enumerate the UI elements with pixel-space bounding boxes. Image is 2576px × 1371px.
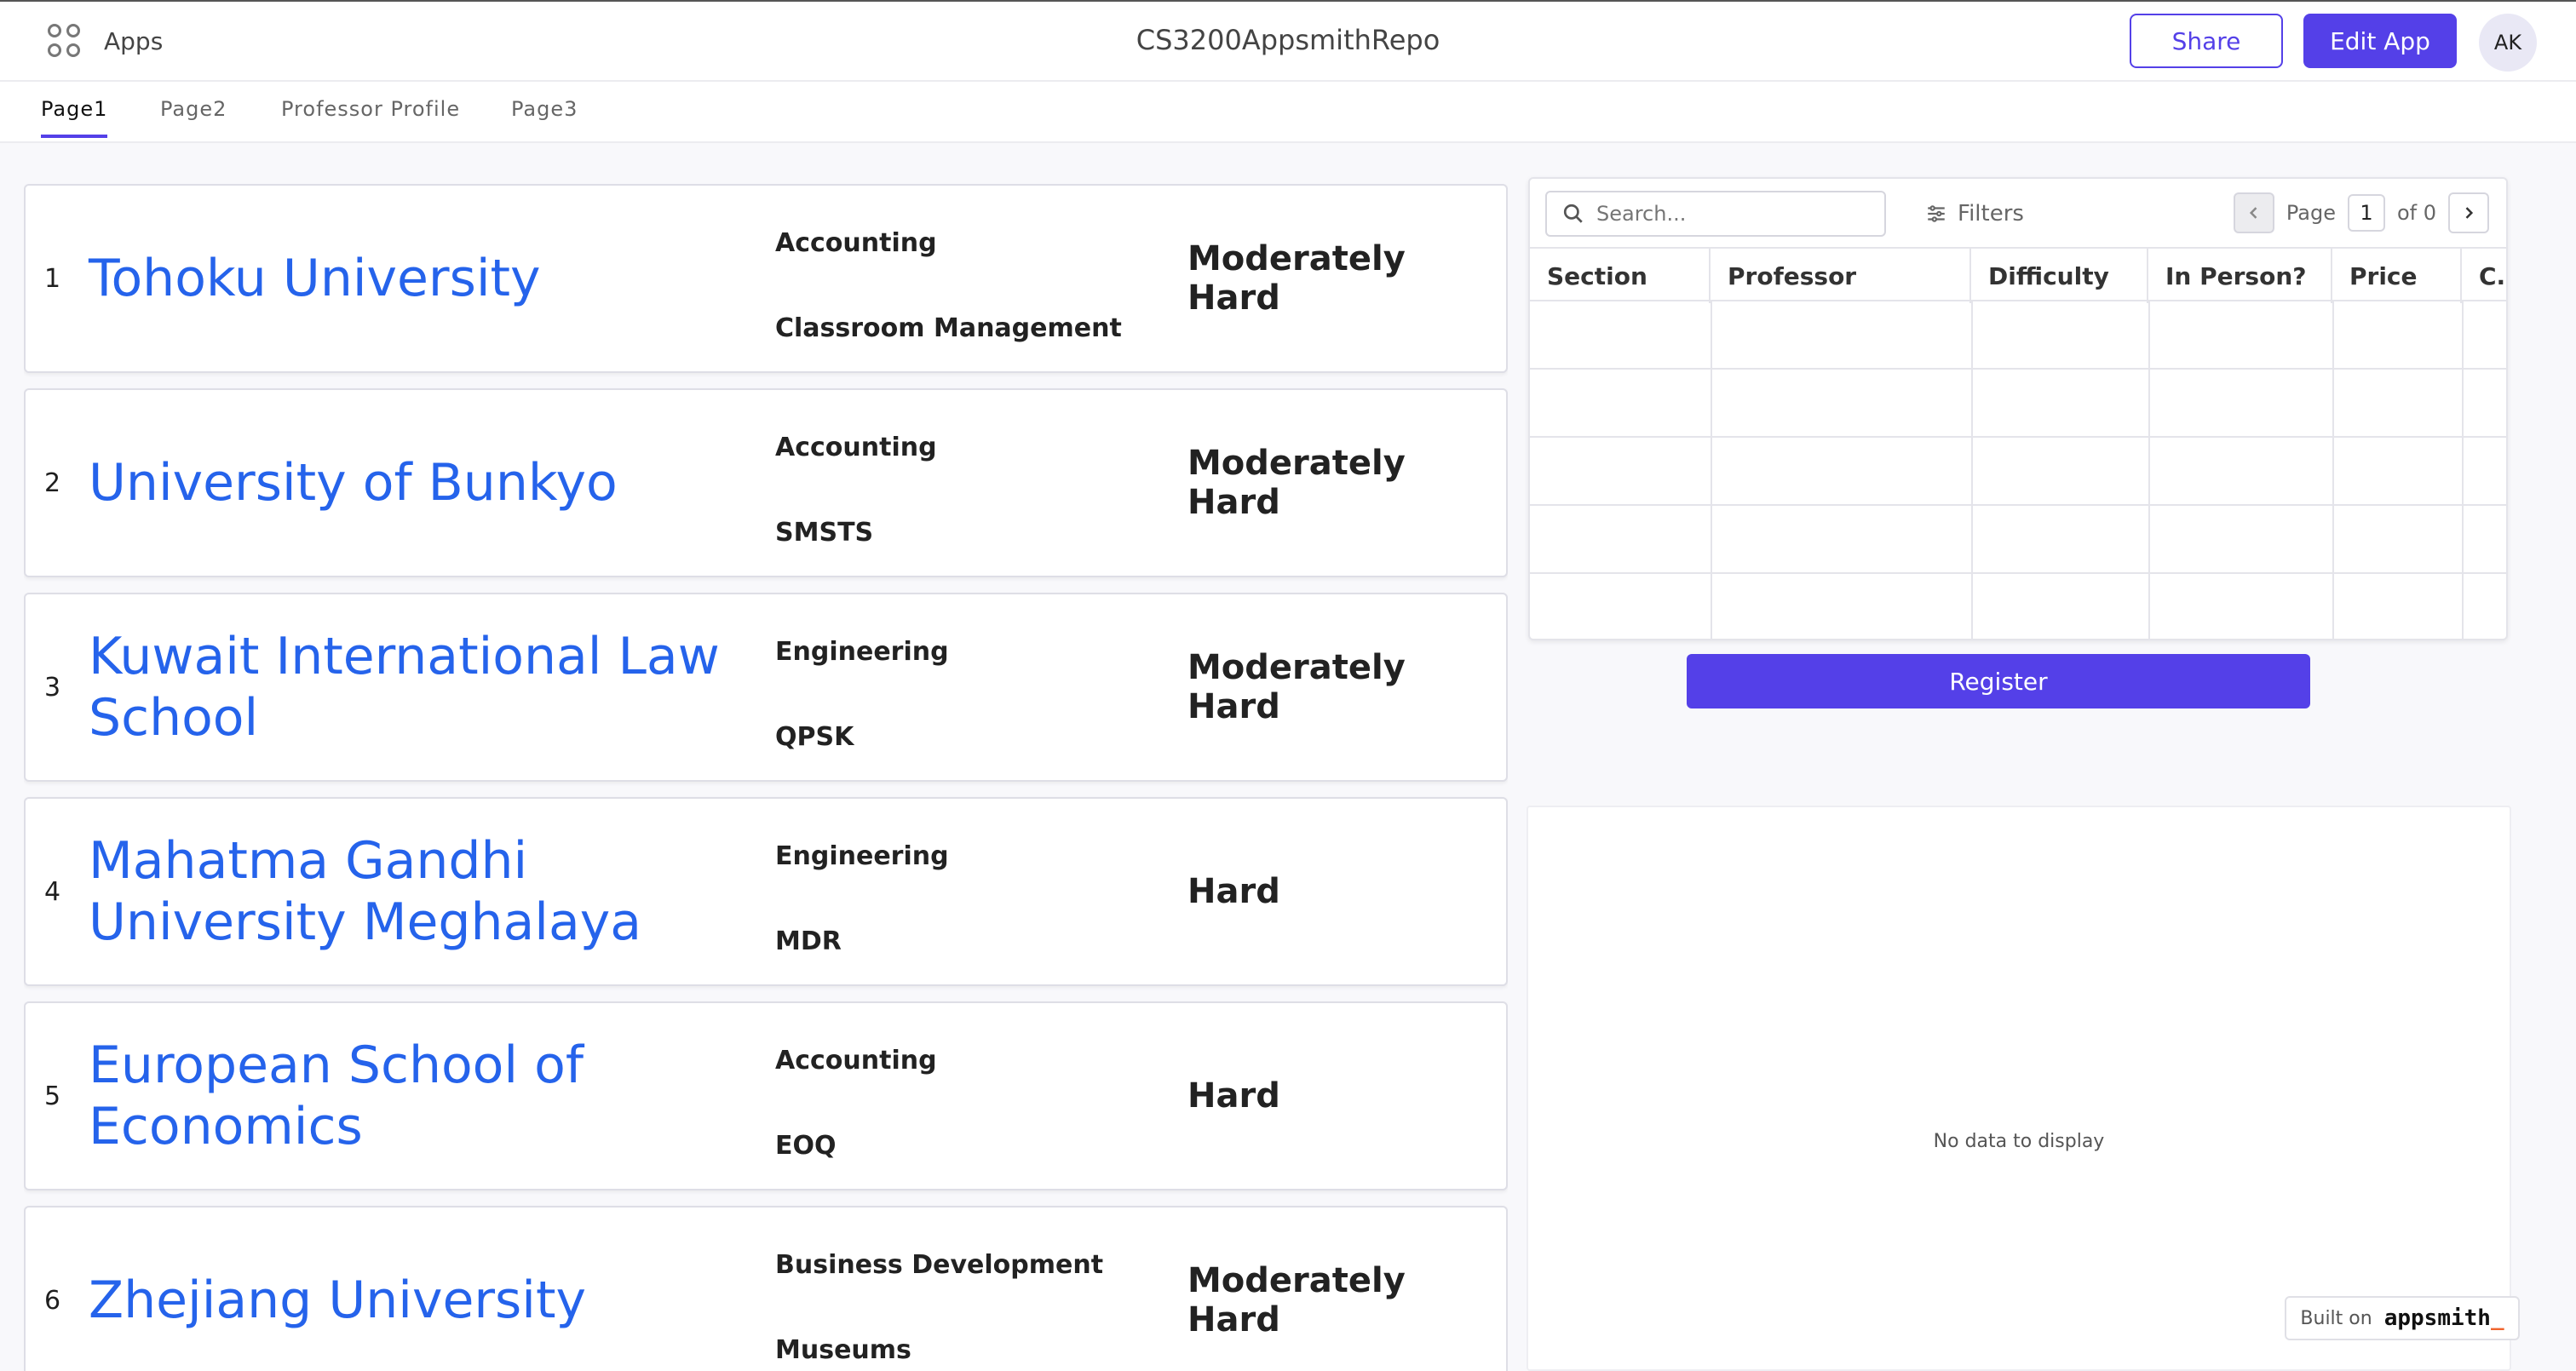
difficulty: Moderately Hard — [1187, 1261, 1406, 1339]
university-list: 1 Tohoku University Accounting Classroom… — [24, 184, 1508, 1371]
chevron-left-icon — [2249, 207, 2257, 219]
course: Museums — [775, 1335, 911, 1365]
course: Classroom Management — [775, 313, 1122, 343]
row-number: 1 — [44, 263, 61, 294]
list-item[interactable]: 3 Kuwait International Law School Engine… — [24, 593, 1508, 782]
tab-page1[interactable]: Page1 — [41, 97, 108, 138]
row-number: 6 — [44, 1285, 61, 1316]
column-header-professor[interactable]: Professor — [1711, 249, 1971, 303]
column-header-truncated[interactable]: C... — [2462, 249, 2506, 303]
difficulty: Moderately Hard — [1187, 239, 1406, 318]
column-divider — [2332, 301, 2334, 639]
next-page-button[interactable] — [2448, 192, 2489, 233]
column-divider — [2148, 301, 2150, 639]
table-pagination: Page 1 of 0 — [2233, 192, 2489, 233]
department: Accounting — [775, 433, 937, 462]
table-row — [1530, 438, 2506, 506]
page-tabs: Page1 Page2 Professor Profile Page3 — [0, 82, 2576, 143]
top-bar: Apps CS3200AppsmithRepo Share Edit App A… — [0, 0, 2576, 82]
avatar[interactable]: AK — [2479, 14, 2537, 72]
filter-icon — [1928, 205, 1945, 222]
column-header-price[interactable]: Price — [2332, 249, 2462, 303]
no-data-message: No data to display — [1933, 1131, 2105, 1152]
course: MDR — [775, 926, 842, 956]
filters-button[interactable]: Filters — [1925, 201, 2024, 227]
row-number: 2 — [44, 468, 61, 498]
difficulty: Hard — [1187, 1076, 1280, 1116]
department: Engineering — [775, 637, 949, 667]
list-item[interactable]: 2 University of Bunkyo Accounting SMSTS … — [24, 388, 1508, 577]
university-name[interactable]: Zhejiang University — [89, 1208, 736, 1371]
table-row — [1530, 301, 2506, 370]
table-row — [1530, 370, 2506, 438]
share-button[interactable]: Share — [2130, 14, 2283, 68]
column-divider — [2462, 301, 2464, 639]
university-name[interactable]: Mahatma Gandhi University Meghalaya — [89, 799, 736, 984]
list-item[interactable]: 5 European School of Economics Accountin… — [24, 1001, 1508, 1190]
row-number: 3 — [44, 672, 61, 703]
row-number: 5 — [44, 1081, 61, 1111]
department: Engineering — [775, 841, 949, 871]
apps-label: Apps — [104, 26, 164, 55]
column-header-section[interactable]: Section — [1530, 249, 1711, 303]
tab-page2[interactable]: Page2 — [160, 97, 227, 135]
page-number-input[interactable]: 1 — [2347, 194, 2385, 232]
course: SMSTS — [775, 518, 874, 548]
column-divider — [1971, 301, 1973, 639]
table-grid: Section Professor Difficulty In Person? … — [1530, 247, 2506, 639]
row-number: 4 — [44, 876, 61, 907]
tab-page3[interactable]: Page3 — [511, 97, 578, 135]
university-name[interactable]: Kuwait International Law School — [89, 594, 736, 780]
department: Accounting — [775, 1046, 937, 1076]
difficulty: Moderately Hard — [1187, 444, 1406, 522]
built-on-label: Built on — [2300, 1307, 2372, 1329]
register-button[interactable]: Register — [1687, 654, 2310, 708]
page-of-label: of 0 — [2396, 201, 2436, 225]
table-header: Section Professor Difficulty In Person? … — [1530, 247, 2506, 303]
table-row — [1530, 574, 2506, 639]
prev-page-button[interactable] — [2233, 192, 2274, 233]
department: Accounting — [775, 228, 937, 258]
edit-app-button[interactable]: Edit App — [2303, 14, 2457, 68]
difficulty: Moderately Hard — [1187, 648, 1406, 726]
sections-table: Filters Page 1 of 0 Section Professor Di… — [1528, 177, 2508, 640]
apps-grid-icon — [48, 24, 82, 58]
search-icon — [1563, 204, 1583, 223]
university-name[interactable]: European School of Economics — [89, 1003, 736, 1189]
page-label: Page — [2286, 201, 2336, 225]
department: Business Development — [775, 1250, 1104, 1280]
search-input[interactable] — [1596, 202, 1852, 226]
built-on-appsmith-badge[interactable]: Built on appsmith _ — [2285, 1296, 2520, 1340]
university-name[interactable]: Tohoku University — [89, 186, 736, 371]
table-search[interactable] — [1545, 191, 1886, 237]
list-item[interactable]: 6 Zhejiang University Business Developme… — [24, 1206, 1508, 1371]
chevron-right-icon — [2465, 207, 2474, 219]
filters-label: Filters — [1958, 201, 2024, 227]
course: EOQ — [775, 1131, 837, 1161]
column-header-difficulty[interactable]: Difficulty — [1971, 249, 2148, 303]
chart-panel: No data to display — [1527, 806, 2511, 1371]
column-header-in-person[interactable]: In Person? — [2148, 249, 2332, 303]
list-item[interactable]: 4 Mahatma Gandhi University Meghalaya En… — [24, 797, 1508, 986]
difficulty: Hard — [1187, 872, 1280, 911]
table-row — [1530, 506, 2506, 574]
apps-menu[interactable]: Apps — [48, 24, 163, 58]
list-item[interactable]: 1 Tohoku University Accounting Classroom… — [24, 184, 1508, 373]
column-divider — [1711, 301, 1712, 639]
tab-professor-profile[interactable]: Professor Profile — [281, 97, 460, 135]
appsmith-logo-cursor: _ — [2490, 1305, 2504, 1331]
university-name[interactable]: University of Bunkyo — [89, 390, 736, 576]
appsmith-logo: appsmith — [2383, 1305, 2491, 1331]
course: QPSK — [775, 722, 854, 752]
